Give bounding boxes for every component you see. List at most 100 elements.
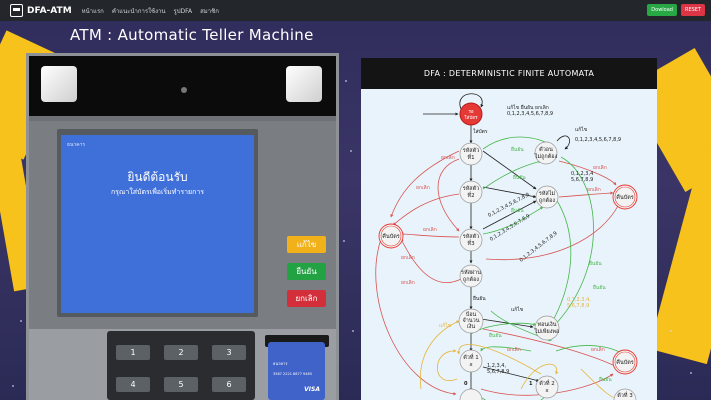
label-loop-digits: 0,1,2,3,4,5,6,7,8,9 xyxy=(575,137,621,143)
label-confirm-2: ยืนยัน xyxy=(513,174,526,181)
atm-machine: ธนาคาร ยินดีต้อนรับ กรุณาใส่บัตรเพื่อเริ… xyxy=(26,53,339,400)
cancel-button[interactable]: ยกเลิก xyxy=(287,290,326,307)
key-4[interactable]: 4 xyxy=(116,377,150,392)
label-cancel-1: ยกเลิก xyxy=(441,154,455,161)
confirm-button[interactable]: ยืนยัน xyxy=(287,263,326,280)
label-confirm-1: ยืนยัน xyxy=(511,146,524,153)
key-6[interactable]: 6 xyxy=(212,377,246,392)
label-confirm-8: ยืนยัน xyxy=(599,376,612,383)
label-cancel-4: ยกเลิก xyxy=(416,184,430,191)
state-digit3-l1: ตัวที่ 3 xyxy=(617,391,633,399)
state-start-l2: ใส่บัตร xyxy=(464,115,478,121)
brand[interactable]: DFA-ATM xyxy=(10,4,72,17)
label-insert-card: ใส่บัตร xyxy=(473,128,488,135)
state-pin1-l2: ที่1 xyxy=(467,153,474,161)
state-pinok-l2: ถูกต้อง xyxy=(539,197,556,204)
key-3[interactable]: 3 xyxy=(212,345,246,360)
label-digits-f: 5,6,7,8,9 xyxy=(487,369,509,375)
label-confirm-4: ยืนยัน xyxy=(473,295,486,302)
download-button[interactable]: Dowload xyxy=(647,4,677,16)
state-pin2-l2: ที่2 xyxy=(467,191,474,199)
state-pinok-l1: รหัสไม่ xyxy=(539,190,556,197)
label-start-digits: 0,1,2,3,4,5,6,7,8,9 xyxy=(507,111,553,117)
label-diag-3: 0,1,2,3,4,5,6,7,8,9 xyxy=(519,230,559,263)
label-confirm-6: ยืนยัน xyxy=(593,284,606,291)
page-title: ATM : Automatic Teller Machine xyxy=(70,26,314,44)
label-cancel-3: ยกเลิก xyxy=(587,186,601,193)
atm-screen: ธนาคาร ยินดีต้อนรับ กรุณาใส่บัตรเพื่อเริ… xyxy=(61,135,254,313)
key-1[interactable]: 1 xyxy=(116,345,150,360)
brand-label: DFA-ATM xyxy=(27,5,72,16)
label-edit-loop: แก้ไข xyxy=(575,126,587,133)
dfa-edges-confirm xyxy=(470,136,630,400)
nav-links: หน้าแรก คำแนะนำการใช้งาน รูปDFA สมาชิก xyxy=(82,6,227,16)
state-pin1-l1: รหัสตัว xyxy=(463,147,480,154)
dfa-diagram: รอ ใส่บัตร รหัสตัว ที่1 ตัวอน ไม่ถูกต้อง… xyxy=(375,93,638,400)
keypad: 1 2 3 4 5 6 xyxy=(107,331,255,400)
dfa-states: รอ ใส่บัตร รหัสตัว ที่1 ตัวอน ไม่ถูกต้อง… xyxy=(378,102,638,400)
card-bank-label: ธนาคาร xyxy=(273,361,288,366)
nav-buttons: Dowload RESET xyxy=(647,4,705,16)
camera-icon xyxy=(181,87,187,93)
reset-button[interactable]: RESET xyxy=(680,4,705,16)
state-amount-l2: จำนวน xyxy=(463,317,480,324)
label-confirm-5: ยืนยัน xyxy=(589,260,602,267)
state-pin2-l1: รหัสตัว xyxy=(463,185,480,192)
state-eject-bottom: คืนบัตร xyxy=(616,359,634,366)
state-amount-l3: เงิน xyxy=(467,323,476,330)
dfa-labels: แก้ไข ยืนยัน ยกเลิก 0,1,2,3,4,5,6,7,8,9 … xyxy=(401,104,621,387)
label-one: 1 xyxy=(529,381,533,387)
card-number: 3587 2221 8877 9465 xyxy=(273,372,312,376)
label-confirm-3: ยืนยัน xyxy=(511,207,524,214)
state-eject-right: คืนบัตร xyxy=(616,194,634,201)
navbar: DFA-ATM หน้าแรก คำแนะนำการใช้งาน รูปDFA … xyxy=(0,0,711,21)
key-5[interactable]: 5 xyxy=(164,377,198,392)
state-digit1-l1: ตัวที่ 1 xyxy=(463,353,479,361)
nav-link-dfa[interactable]: รูปDFA xyxy=(173,6,192,16)
label-edit-2: แก้ไข xyxy=(511,306,523,313)
state-pinwrong-l2: ไม่ถูกต้อง xyxy=(534,153,558,160)
state-start-l1: รอ xyxy=(468,109,473,115)
atm-lower-panel: 1 2 3 4 5 6 ธนาคาร 3587 2221 8877 9465 V… xyxy=(29,329,336,400)
state-withdraw-l2: ไม่เพียงพอ xyxy=(534,328,560,335)
state-digit2-l1: ตัวที่ 2 xyxy=(539,379,555,387)
screen-welcome: ยินดีต้อนรับ xyxy=(127,170,188,184)
dfa-edges-cancel xyxy=(375,150,620,396)
visa-logo: VISA xyxy=(304,386,320,393)
state-amount-l1: ป้อน xyxy=(466,311,477,318)
label-digits-b: 5,6,7,8,9 xyxy=(571,177,593,183)
speaker-right xyxy=(286,66,322,102)
speaker-left xyxy=(41,66,77,102)
nav-link-home[interactable]: หน้าแรก xyxy=(82,6,104,16)
state-eject-left: คืนบัตร xyxy=(382,233,400,240)
label-cancel-8: ยกเลิก xyxy=(507,346,521,353)
state-pin3-l2: ที่3 xyxy=(467,239,475,247)
dfa-header: DFA : DETERMINISTIC FINITE AUTOMATA xyxy=(361,58,657,89)
dfa-edges-edit xyxy=(419,320,622,400)
label-edit-3: แก้ไข xyxy=(439,322,451,329)
label-cancel-7: ยกเลิก xyxy=(591,346,605,353)
label-cancel-9: ยกเลิก xyxy=(401,279,415,286)
state-pinpass-l2: ถูกต้อง xyxy=(463,276,480,283)
atm-card[interactable]: ธนาคาร 3587 2221 8877 9465 VISA xyxy=(268,342,325,400)
atm-card-icon xyxy=(10,4,23,17)
label-digits-d: 5,6,7,8,9 xyxy=(567,303,589,309)
state-withdraw-l1: ทอนเงิน xyxy=(537,321,556,328)
label-confirm-7: ยืนยัน xyxy=(489,332,502,339)
label-cancel-5: ยกเลิก xyxy=(423,226,437,233)
screen-subtitle: กรุณาใส่บัตรเพื่อเริ่มทำรายการ xyxy=(110,188,205,196)
atm-top-panel xyxy=(29,56,336,116)
nav-link-guide[interactable]: คำแนะนำการใช้งาน xyxy=(112,6,166,16)
label-cancel-6: ยกเลิก xyxy=(401,254,415,261)
label-diag-2: 0,1,2,3,4,5,6,7,8,9 xyxy=(489,213,531,243)
dfa-panel: DFA : DETERMINISTIC FINITE AUTOMATA รอ ใ… xyxy=(361,58,657,400)
edit-button[interactable]: แก้ไข xyxy=(287,236,326,253)
label-zero: 0 xyxy=(464,381,468,387)
label-start-loop: แก้ไข ยืนยัน ยกเลิก xyxy=(507,104,549,111)
key-2[interactable]: 2 xyxy=(164,345,198,360)
atm-body: ธนาคาร ยินดีต้อนรับ กรุณาใส่บัตรเพื่อเริ… xyxy=(29,121,336,329)
screen-frame: ธนาคาร ยินดีต้อนรับ กรุณาใส่บัตรเพื่อเริ… xyxy=(57,129,258,317)
label-cancel-2: ยกเลิก xyxy=(593,164,607,171)
nav-link-members[interactable]: สมาชิก xyxy=(200,6,219,16)
screen-bank-label: ธนาคาร xyxy=(67,142,86,148)
